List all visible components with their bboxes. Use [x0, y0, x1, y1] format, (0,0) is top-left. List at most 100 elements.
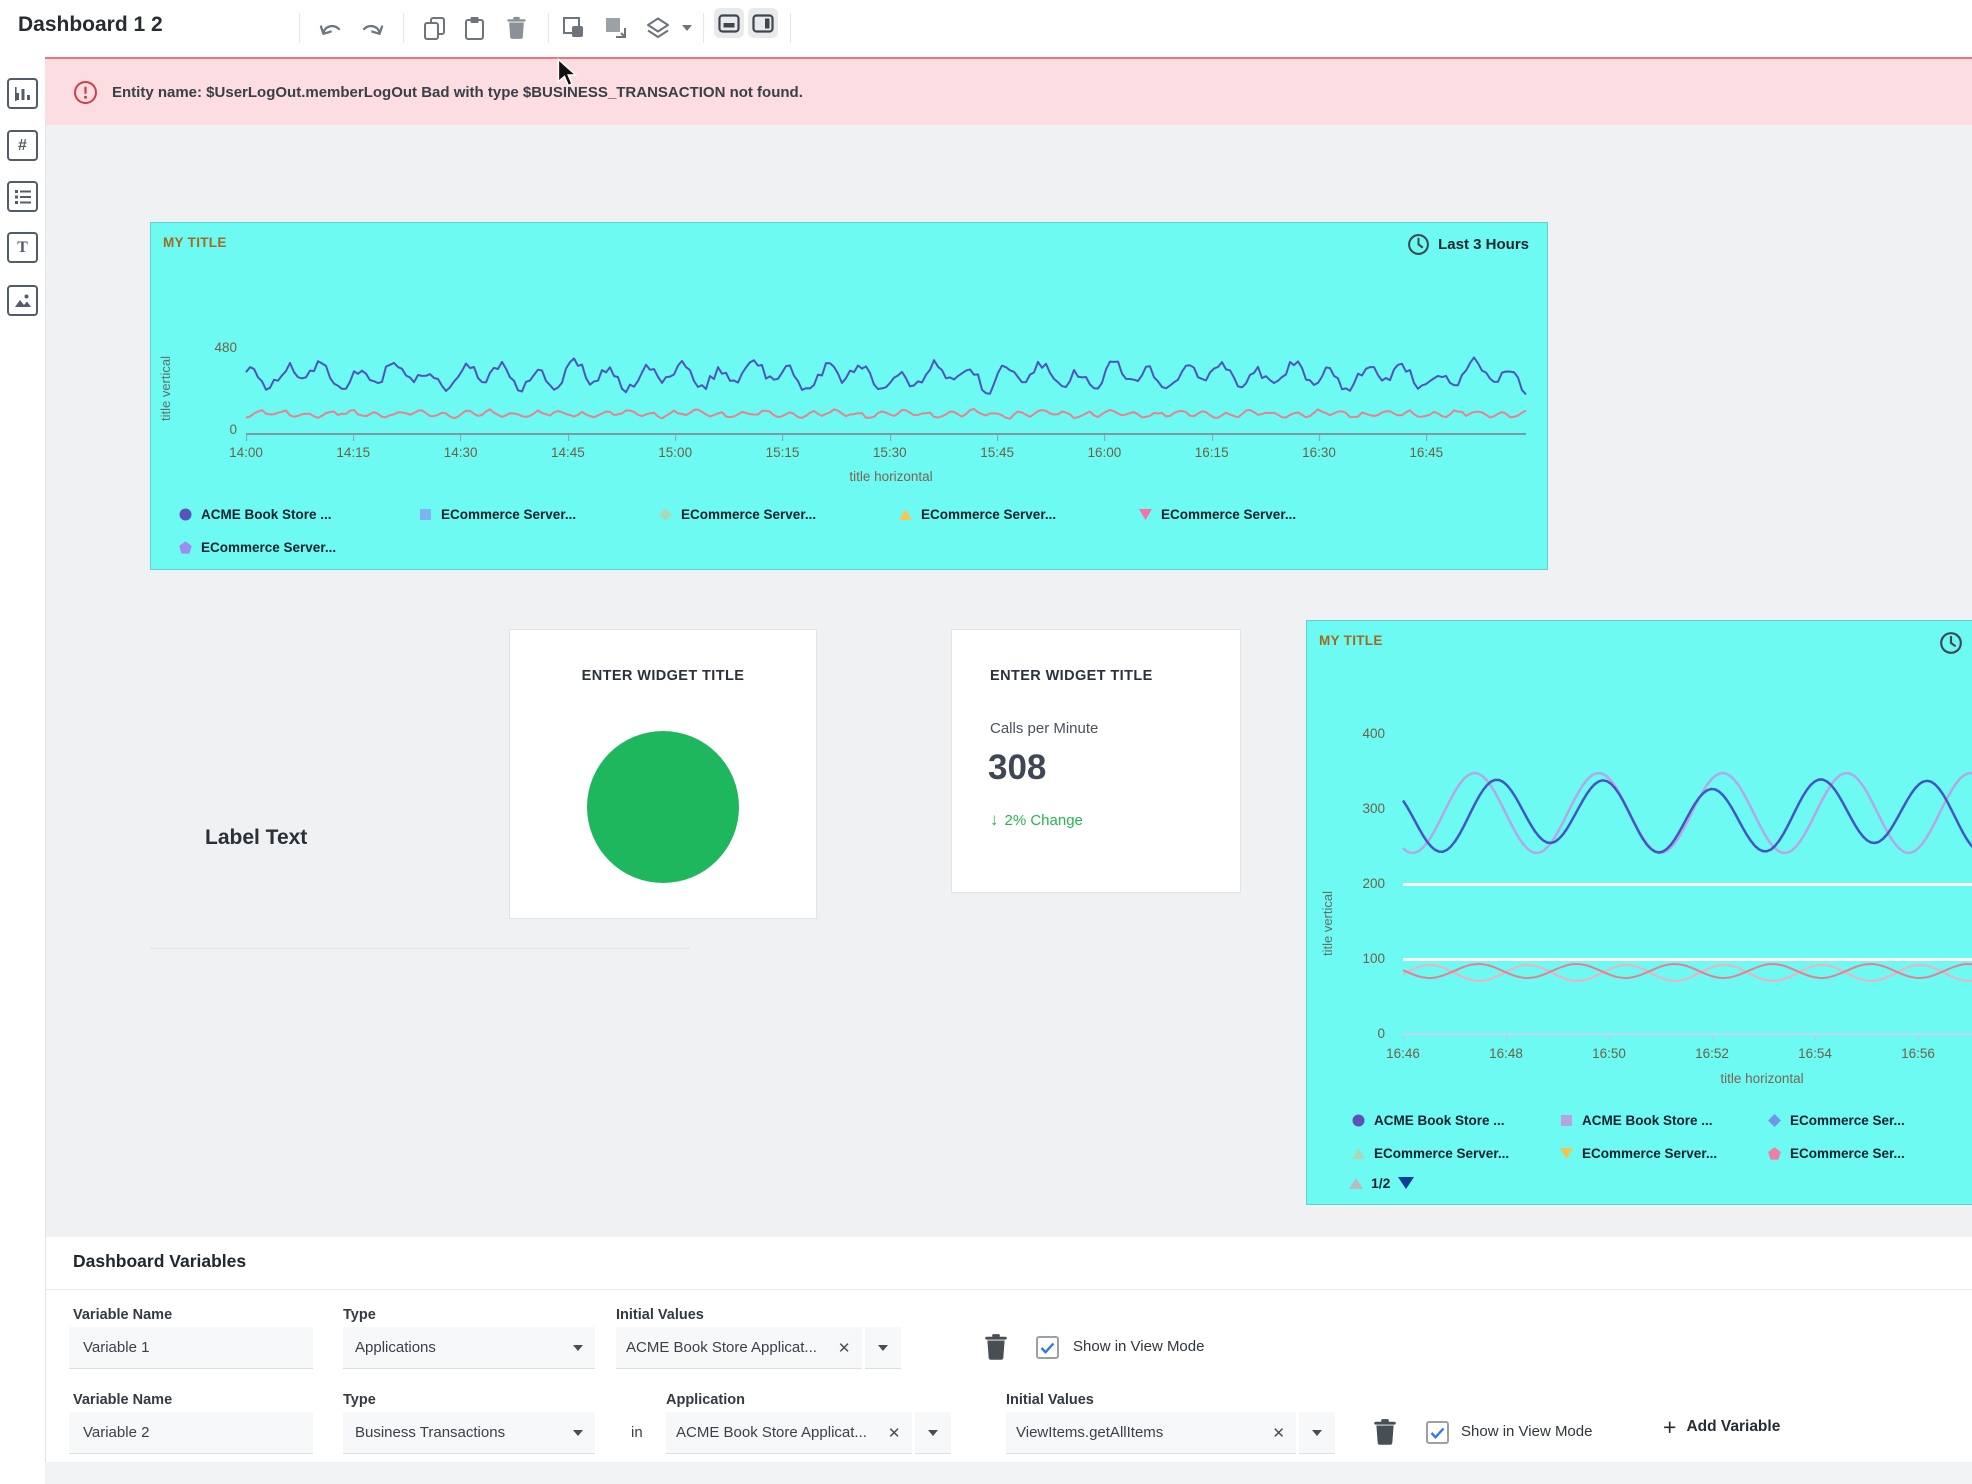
show-in-view-mode-checkbox[interactable]: [1036, 1336, 1059, 1359]
legend-item[interactable]: ECommerce Ser...: [1768, 1146, 1972, 1161]
layers-dropdown-button[interactable]: [678, 10, 696, 46]
x-tick-label: 16:46: [1386, 1046, 1420, 1061]
initial-values-label: Initial Values: [616, 1307, 704, 1323]
delete-variable-button[interactable]: [984, 1333, 1008, 1364]
metric-widget[interactable]: ENTER WIDGET TITLE Calls per Minute 308 …: [952, 630, 1240, 892]
panel-bottom-icon: [718, 14, 740, 33]
delete-variable-button[interactable]: [1373, 1418, 1397, 1449]
legend-label: ACME Book Store ...: [1582, 1113, 1713, 1128]
legend-item[interactable]: ECommerce Server...: [899, 507, 1139, 522]
initial-values-dropdown[interactable]: [1299, 1412, 1335, 1454]
chart-legend-row: ECommerce Server... ECommerce Server... EC…: [1352, 1146, 1972, 1161]
trash-icon: [506, 16, 527, 40]
legend-item[interactable]: ECommerce Server...: [1560, 1146, 1768, 1161]
initial-values-field: ViewItems.getAllItems ✕: [1006, 1412, 1335, 1454]
chart-legend-row: ACME Book Store ... ACME Book Store ... EC…: [1352, 1113, 1972, 1128]
page-down-icon[interactable]: [1398, 1177, 1414, 1189]
toggle-bottom-panel-button[interactable]: [714, 8, 744, 38]
application-field: ACME Book Store Applicat... ✕: [666, 1412, 951, 1454]
paste-icon: [463, 16, 486, 41]
type-select[interactable]: Applications: [343, 1327, 595, 1369]
sidebar-item-chart-widget[interactable]: [7, 78, 38, 109]
legend-label: ECommerce Ser...: [1790, 1146, 1905, 1161]
add-variable-button[interactable]: + Add Variable: [1663, 1417, 1780, 1437]
legend-label: ECommerce Server...: [441, 507, 576, 522]
initial-values-value: ViewItems.getAllItems: [1006, 1424, 1173, 1441]
clear-icon[interactable]: ✕: [827, 1339, 862, 1357]
type-label: Type: [343, 1392, 376, 1408]
widget-title: ENTER WIDGET TITLE: [510, 668, 816, 684]
show-in-view-mode-checkbox[interactable]: [1426, 1421, 1449, 1444]
type-value: Business Transactions: [355, 1424, 505, 1441]
legend-item[interactable]: ECommerce Ser...: [1768, 1113, 1972, 1128]
legend-label: ECommerce Server...: [1582, 1146, 1717, 1161]
triangle-down-legend-marker-icon: [1139, 508, 1152, 521]
caret-down-icon: [573, 1430, 583, 1436]
initial-values-value: ACME Book Store Applicat...: [616, 1339, 827, 1356]
legend-label: ACME Book Store ...: [1374, 1113, 1505, 1128]
timeseries-widget-2[interactable]: MY TITLE title vertical 400 300 200 100 …: [1306, 620, 1972, 1205]
sidebar-item-number-widget[interactable]: #: [7, 130, 38, 161]
chart-legend-row: ECommerce Server...: [179, 540, 419, 555]
bottom-strip: [45, 1462, 1972, 1484]
show-in-view-mode-label: Show in View Mode: [1461, 1423, 1592, 1440]
copy-button[interactable]: [416, 10, 452, 46]
x-axis-label: title horizontal: [849, 469, 932, 484]
panel-title: Dashboard Variables: [73, 1251, 246, 1272]
pentagon-legend-marker-icon: [1768, 1147, 1781, 1160]
legend-item[interactable]: ECommerce Server...: [1352, 1146, 1560, 1161]
legend-item[interactable]: ECommerce Server...: [419, 507, 659, 522]
initial-values-token[interactable]: ViewItems.getAllItems ✕: [1006, 1412, 1296, 1454]
list-icon: [13, 188, 33, 206]
text-icon: T: [17, 239, 28, 257]
widget-title: ENTER WIDGET TITLE: [990, 668, 1153, 684]
variable-name-input[interactable]: Variable 2: [69, 1412, 313, 1454]
paste-button[interactable]: [456, 10, 492, 46]
x-axis-ticks: 16:4616:4816:5016:5216:5416:56: [1307, 1046, 1972, 1064]
toolbar-separator: [299, 13, 300, 43]
sidebar-item-image-widget[interactable]: [7, 285, 38, 316]
sidebar-item-list-widget[interactable]: [7, 181, 38, 212]
label-widget[interactable]: Label Text: [205, 826, 307, 850]
initial-values-dropdown[interactable]: [865, 1327, 901, 1369]
send-to-back-button[interactable]: [598, 10, 634, 46]
bring-to-front-button[interactable]: [556, 10, 592, 46]
layers-icon: [645, 16, 671, 40]
circle-legend-marker-icon: [1352, 1114, 1365, 1127]
square-legend-marker-icon: [1560, 1114, 1573, 1127]
legend-item[interactable]: ACME Book Store ...: [1560, 1113, 1768, 1128]
initial-values-token[interactable]: ACME Book Store Applicat... ✕: [616, 1327, 862, 1369]
toggle-right-panel-button[interactable]: [748, 8, 778, 38]
application-value: ACME Book Store Applicat...: [666, 1424, 877, 1441]
panel-right-icon: [752, 14, 774, 33]
variable-name-input[interactable]: Variable 1: [69, 1327, 313, 1369]
application-token[interactable]: ACME Book Store Applicat... ✕: [666, 1412, 912, 1454]
legend-item[interactable]: ECommerce Server...: [179, 540, 419, 555]
type-select[interactable]: Business Transactions: [343, 1412, 595, 1454]
legend-item[interactable]: ECommerce Server...: [1139, 507, 1379, 522]
legend-item[interactable]: ACME Book Store ...: [1352, 1113, 1560, 1128]
x-tick-label: 14:30: [444, 445, 478, 460]
health-widget[interactable]: ENTER WIDGET TITLE: [510, 630, 816, 918]
clear-icon[interactable]: ✕: [877, 1424, 912, 1442]
layers-button[interactable]: [640, 10, 676, 46]
timeseries-widget-1[interactable]: MY TITLE Last 3 Hours title vertical 480…: [150, 222, 1548, 570]
toolbar-separator: [548, 13, 549, 43]
check-icon: [1040, 1342, 1055, 1354]
send-to-back-icon: [604, 16, 628, 40]
legend-item[interactable]: ACME Book Store ...: [179, 507, 419, 522]
x-tick-label: 16:15: [1195, 445, 1229, 460]
x-tick-label: 14:00: [229, 445, 263, 460]
x-tick-label: 16:52: [1695, 1046, 1729, 1061]
triangle-down-legend-marker-icon: [1560, 1147, 1573, 1160]
chart-line: [1403, 780, 1972, 853]
clear-icon[interactable]: ✕: [1261, 1424, 1296, 1442]
application-dropdown[interactable]: [915, 1412, 951, 1454]
legend-item[interactable]: ECommerce Server...: [659, 507, 899, 522]
sidebar-item-text-widget[interactable]: T: [7, 232, 38, 263]
redo-button[interactable]: [353, 10, 389, 46]
trash-icon: [1373, 1418, 1397, 1446]
page-up-icon[interactable]: [1349, 1178, 1363, 1189]
undo-button[interactable]: [313, 10, 349, 46]
delete-button[interactable]: [498, 10, 534, 46]
